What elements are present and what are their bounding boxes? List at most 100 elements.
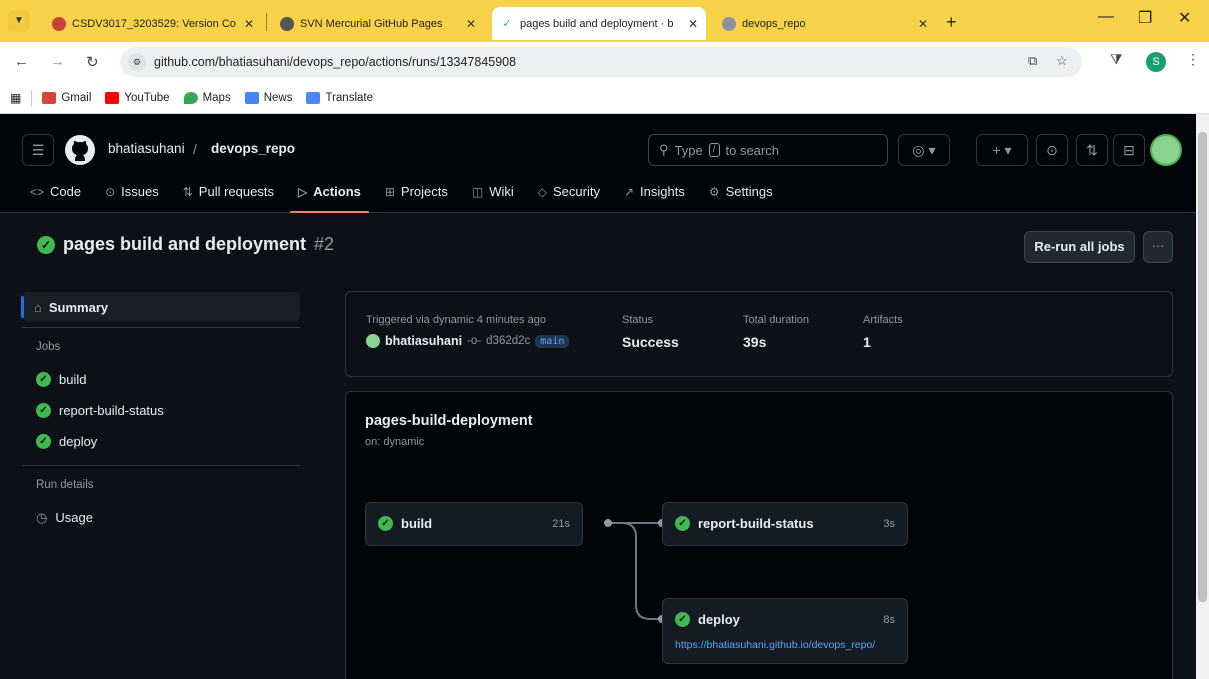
bookmark-label: Maps [202,91,231,104]
tab-projects[interactable]: ⊞ Projects [377,174,456,209]
tab-label: Settings [725,184,773,199]
address-url[interactable]: github.com/bhatiasuhani/devops_repo/acti… [154,55,516,69]
user-avatar[interactable] [1150,134,1182,166]
repo-nav: <> Code ⊙ Issues ⇅ Pull requests ▷ Actions ⊞… [22,174,789,213]
pull-requests-button[interactable]: ⇅ [1076,134,1108,166]
address-bar[interactable]: ⚙ github.com/bhatiasuhani/devops_repo/ac… [120,47,1082,77]
restore-icon[interactable]: ❐ [1138,8,1152,28]
rerun-all-jobs-button[interactable]: Re-run all jobs [1024,231,1135,263]
tab-actions[interactable]: ▷ Actions [289,174,369,213]
scrollbar-thumb[interactable] [1198,132,1207,602]
more-options-button[interactable]: ··· [1143,231,1173,263]
artifacts-label: Artifacts [863,314,903,326]
run-sidebar: ⌂ Summary Jobs ✓ build ✓ report-build-stat… [21,292,300,533]
workflow-graph-card: pages-build-deployment on: dynamic ✓ buil… [345,391,1173,679]
status-column: Status Success [622,314,679,350]
tab-code[interactable]: <> Code [22,174,89,209]
site-info-icon[interactable]: ⚙ [128,53,146,71]
bookmark-news[interactable]: News [244,91,293,104]
extensions-icon[interactable]: ⧩ [1110,51,1123,68]
new-tab-button[interactable]: + [946,12,957,33]
forward-arrow-icon[interactable]: → [50,53,65,70]
copilot-button[interactable]: ◎ ▾ [898,134,950,166]
close-window-icon[interactable]: ✕ [1178,8,1191,28]
bookmark-maps[interactable]: Maps [183,91,231,104]
close-tab-icon[interactable]: ✕ [918,17,928,31]
tab-settings[interactable]: ⚙ Settings [701,174,781,209]
bookmark-translate[interactable]: Translate [306,91,373,104]
actor-name[interactable]: bhatiasuhani [385,334,462,348]
play-icon: ▷ [297,184,308,199]
browser-tab[interactable]: CSDV3017_3203529: Version Co ✕ [44,7,262,40]
pull-request-icon: ⇅ [182,184,193,199]
close-tab-icon[interactable]: ✕ [688,17,698,31]
sidebar-job-build[interactable]: ✓ build [22,364,300,395]
repo-name-link[interactable]: devops_repo [211,141,295,156]
run-title-row: ✓ pages build and deployment #2 [37,234,334,255]
browser-menu-icon[interactable]: ⋮ [1186,51,1200,68]
job-node-build[interactable]: ✓ build 21s [365,502,583,546]
profile-avatar[interactable]: S [1146,52,1166,72]
bookmark-youtube[interactable]: YouTube [105,91,170,104]
hamburger-menu-icon[interactable]: ☰ [22,134,54,166]
commit-sha[interactable]: d362d2c [486,335,530,347]
create-new-button[interactable]: + ▾ [976,134,1028,166]
success-check-icon: ✓ [37,235,55,254]
tab-title: pages build and deployment · b [520,17,674,30]
branch-label[interactable]: main [535,334,570,348]
run-summary-card: Triggered via dynamic 4 minutes ago bhat… [345,291,1173,377]
tab-wiki[interactable]: ◫ Wiki [464,174,522,209]
bookmark-gmail[interactable]: Gmail [42,91,91,104]
pull-request-icon: ⇅ [1086,141,1098,158]
install-app-icon[interactable]: ⧉ [1028,53,1037,69]
apps-grid-icon[interactable]: ▦ [10,91,21,105]
sidebar-item-label: Usage [55,510,93,525]
deployment-url-link[interactable]: https://bhatiasuhani.github.io/devops_re… [675,639,875,651]
commit-icon: -o- [467,335,482,347]
gmail-icon [42,91,57,104]
issues-button[interactable]: ⊙ [1036,134,1068,166]
bookmark-star-icon[interactable]: ☆ [1056,53,1068,69]
sidebar-item-summary[interactable]: ⌂ Summary [21,292,300,322]
job-node-deploy[interactable]: ✓ deploy 8s https://bhatiasuhani.github.i… [662,598,908,664]
site-favicon-icon [722,16,736,31]
tab-title: SVN Mercurial GitHub Pages [300,17,443,30]
success-check-icon: ✓ [378,516,393,531]
sidebar-job-deploy[interactable]: ✓ deploy [22,426,300,457]
actor-avatar[interactable] [366,334,380,348]
home-icon: ⌂ [34,299,42,315]
job-duration: 21s [552,518,570,530]
browser-tab-active[interactable]: ✓ pages build and deployment · b ✕ [492,7,706,40]
browser-tab[interactable]: devops_repo ✕ [714,7,936,40]
tab-pull-requests[interactable]: ⇅ Pull requests [175,174,282,209]
inbox-button[interactable]: ⊟ [1113,134,1145,166]
tab-search-chevron-icon[interactable]: ▼ [8,10,30,32]
close-tab-icon[interactable]: ✕ [244,17,254,31]
sidebar-job-report-build-status[interactable]: ✓ report-build-status [22,395,300,426]
sidebar-item-usage[interactable]: ◷ Usage [22,502,300,533]
artifacts-value[interactable]: 1 [863,334,903,350]
trigger-column: Triggered via dynamic 4 minutes ago bhat… [366,314,570,348]
back-arrow-icon[interactable]: ← [14,53,29,70]
tab-label: Projects [400,184,448,199]
close-tab-icon[interactable]: ✕ [466,17,476,31]
page-scrollbar[interactable] [1196,114,1209,679]
tab-label: Issues [121,184,159,199]
job-node-report-build-status[interactable]: ✓ report-build-status 3s [662,502,908,546]
search-input[interactable]: ⚲ Type / to search [648,134,888,166]
tab-insights[interactable]: ↗ Insights [616,174,693,209]
tab-security[interactable]: ◇ Security [530,174,608,209]
duration-label: Total duration [743,314,810,326]
bookmark-label: News [263,91,293,104]
repo-owner-link[interactable]: bhatiasuhani [108,141,185,156]
minimize-icon[interactable]: — [1098,8,1114,26]
duration-value: 39s [743,334,767,350]
stopwatch-icon: ◷ [36,509,48,525]
browser-tab[interactable]: SVN Mercurial GitHub Pages ✕ [272,7,484,40]
github-logo-icon[interactable] [64,134,96,166]
github-header: ☰ bhatiasuhani / devops_repo ⚲ Type / to… [0,114,1196,213]
reload-icon[interactable]: ↻ [86,53,99,71]
tab-issues[interactable]: ⊙ Issues [97,174,167,209]
bookmark-label: Translate [325,91,373,104]
success-check-icon: ✓ [36,403,51,418]
